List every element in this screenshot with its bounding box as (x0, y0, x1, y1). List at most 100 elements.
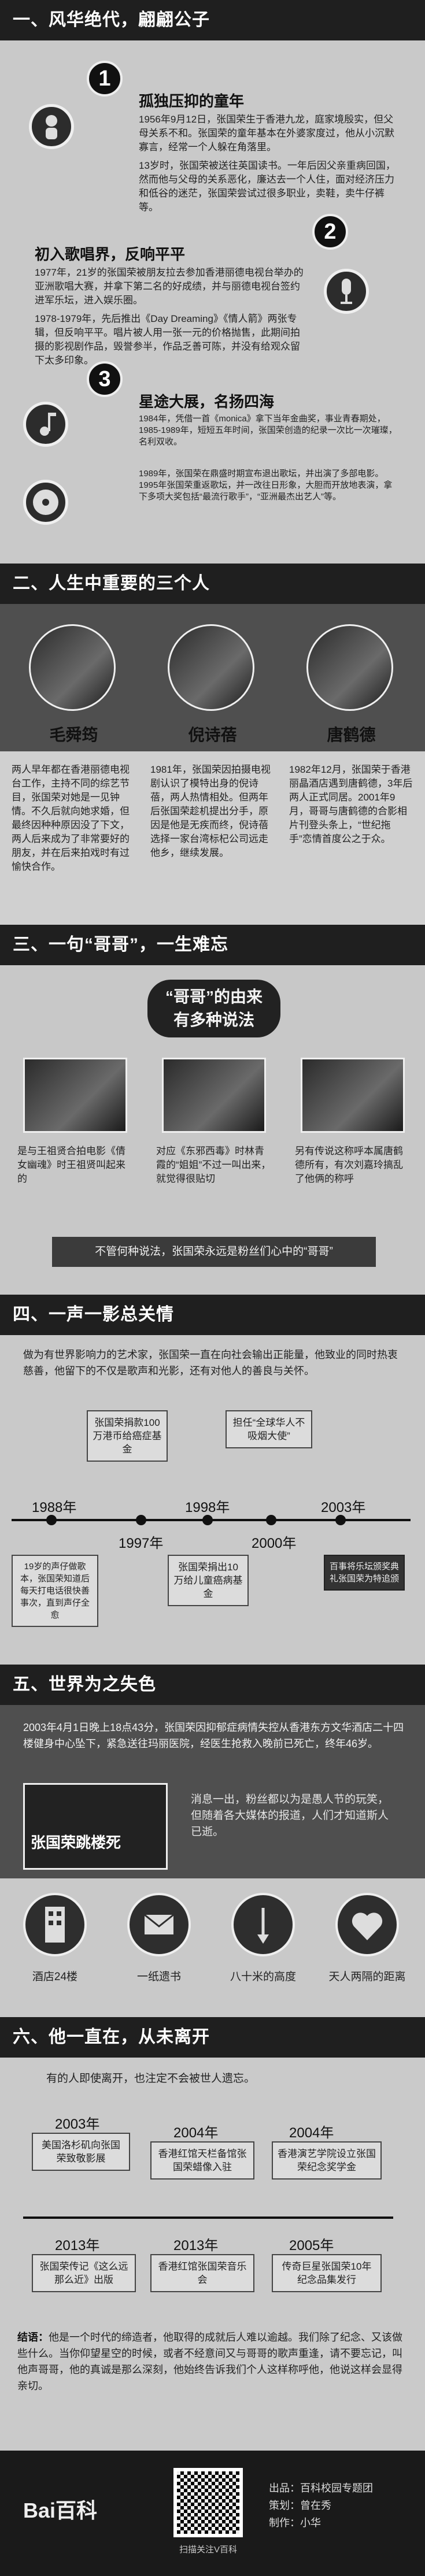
person-2-text: 1981年，张国荣因拍摄电视剧认识了模特出身的倪诗蓓，两人热情相处。但两年后张国… (150, 764, 271, 858)
photo-ashes-of-time (162, 1058, 266, 1133)
conclusion-label: 结语： (17, 2332, 49, 2343)
credit-producer: 出品：百科校园专题团 (269, 2482, 373, 2494)
section-header-2: 二、人生中重要的三个人 (0, 564, 425, 604)
credit-planner: 策划：曾在秀 (269, 2500, 331, 2511)
charity-event-2: 张国荣捐款100万港币给癌症基金 (87, 1410, 168, 1462)
block-1-para-1: 1956年9月12日，张国荣生于香港九龙，庭家境殷实，但父母关系不和。张国荣的童… (139, 114, 394, 153)
memorial-timeline-line (23, 2217, 393, 2219)
block-2-para-1: 1977年，21岁的张国荣被朋友拉去参加香港丽德电视台举办的亚洲歌唱大赛，并拿下… (35, 267, 304, 306)
charity-event-5: 百事将乐坛颁奖典礼张国荣为特追颁 (324, 1555, 405, 1591)
number-badge-1: 1 (87, 61, 123, 97)
record-disc-icon (23, 480, 68, 525)
section-header-1: 一、风华绝代，翩翩公子 (0, 0, 425, 40)
origin-explanation-1: 是与王祖贤合拍电影《倩女幽魂》时王祖贤叫起来的 (17, 1146, 125, 1184)
timeline-dot-1997 (136, 1515, 146, 1525)
death-news: 2003年4月1日晚上18点43分，张国荣因抑郁症病情失控从香港东方文华酒店二十… (23, 1722, 404, 1750)
photo-tang-hede (306, 624, 393, 711)
photo-a-chinese-ghost-story (23, 1058, 127, 1133)
memorial-event-4: 张国荣传记《这么远那么近》出版 (32, 2254, 136, 2292)
memorial-event-3: 香港演艺学院设立张国荣纪念奖学金 (272, 2141, 382, 2180)
block-1-title: 孤独压抑的童年 (139, 92, 245, 110)
block-3-title: 星途大展，名扬四海 (139, 393, 275, 410)
footer: Bai百科 扫描关注V百科 出品：百科校园专题团 策划：曾在秀 制作：小华 (0, 2451, 425, 2576)
memorial-year-6: 2005年 (289, 2238, 334, 2253)
block-2-title: 初入歌唱界，反响平平 (35, 246, 186, 263)
year-1997: 1997年 (119, 1536, 164, 1551)
memorial-event-1: 美国洛杉矶向张国荣致敬影展 (32, 2133, 130, 2171)
memorial-year-1: 2003年 (55, 2117, 100, 2132)
person-1-text: 两人早年都在香港丽德电视台工作，主持不同的综艺节目，张国荣对她是一见钟情。不久后… (12, 764, 130, 872)
block-1-para-2: 13岁时，张国荣被送往英国读书。一年后因父亲重病回国，然而他与父母的关系恶化，廉… (139, 160, 396, 213)
death-facts-row: 酒店24楼 一纸遗书 八十米的高度 天人两隔的距离 (0, 1878, 425, 2017)
section-1-panel-b: 1989年，张国荣在鼎盛时期宣布退出歌坛，并出演了多部电影。1995年张国荣重返… (0, 468, 425, 564)
section-6-panel: 有的人即使离开，也注定不会被世人遗忘。 2003年 2004年 2004年 美国… (0, 2058, 425, 2451)
qr-code[interactable] (173, 2468, 243, 2537)
footer-credits: 出品：百科校园专题团 策划：曾在秀 制作：小华 (269, 2479, 373, 2531)
number-badge-3: 3 (87, 361, 123, 397)
height-arrow-icon (231, 1893, 295, 1956)
section-header-3: 三、一句“哥哥”，一生难忘 (0, 925, 425, 965)
origin-summary: 不管何种说法，张国荣永远是粉丝们心中的“哥哥” (52, 1237, 376, 1267)
memorial-event-6: 传奇巨星张国荣10年纪念品集发行 (272, 2254, 382, 2292)
conclusion-block: 结语：他是一个时代的缔造者，他取得的成就后人难以逾越。我们除了纪念、又该做些什么… (17, 2329, 408, 2394)
section-2-panel: 毛舜筠 倪诗蓓 唐鹤德 两人早年都在香港丽德电视台工作，主持不同的综艺节目，张国… (0, 604, 425, 925)
year-1998: 1998年 (185, 1500, 230, 1515)
music-note-icon (23, 402, 68, 447)
section-header-5: 五、世界为之失色 (0, 1665, 425, 1705)
fact-label-2: 一纸遗书 (136, 1971, 181, 1983)
memorial-year-4: 2013年 (55, 2238, 100, 2253)
person-cards-row: 两人早年都在香港丽德电视台工作，主持不同的综艺节目，张国荣对她是一见钟情。不久后… (0, 751, 425, 925)
block-3-para-2: 1989年，张国荣在鼎盛时期宣布退出歌坛，并出演了多部电影。1995年张国荣重返… (139, 469, 393, 502)
child-icon (29, 104, 74, 149)
person-3-text: 1982年12月，张国荣于香港丽晶酒店遇到唐鹤德，3年后两人正式同居。2001年… (289, 764, 413, 844)
section-4-panel: 做为有世界影响力的艺术家，张国荣一直在向社会输出正能量，他致业的同时热衷慈善，他… (0, 1335, 425, 1665)
timeline-dot-1998 (202, 1515, 213, 1525)
timeline-dot-2003 (335, 1515, 346, 1525)
origin-bubble-line-1: “哥哥”的由来 (165, 988, 263, 1006)
photo-ni-shibei (168, 624, 254, 711)
origin-explanation-3: 另有传说这称呼本属唐鹤德所有，有次刘嘉玲搞乱了他俩的称呼 (295, 1146, 403, 1184)
fact-label-4: 天人两隔的距离 (328, 1971, 406, 1983)
fact-label-1: 酒店24楼 (32, 1971, 78, 1983)
newspaper-headline: 张国荣跳楼死 (31, 1834, 121, 1851)
year-1988: 1988年 (32, 1500, 77, 1515)
memorial-year-3: 2004年 (289, 2125, 334, 2141)
conclusion-text: 他是一个时代的缔造者，他取得的成就后人难以逾越。我们除了纪念、又该做些什么。当你… (17, 2332, 402, 2392)
memorial-year-5: 2013年 (173, 2238, 219, 2253)
photo-tang-hede-pair (301, 1058, 405, 1133)
credit-maker: 制作：小华 (269, 2517, 321, 2529)
block-3-para-1: 1984年，凭借一首《monica》拿下当年金曲奖，事业青春期处，1985-19… (139, 414, 397, 447)
origin-bubble: “哥哥”的由来 有多种说法 (147, 980, 280, 1037)
qr-caption: 扫描关注V百科 (179, 2545, 237, 2555)
origin-explanation-2: 对应《东邪西毒》时林青霞的“姐姐”不过一叫出来，就觉得很贴切 (156, 1146, 271, 1184)
section-header-4: 四、一声一影总关情 (0, 1295, 425, 1335)
letter-icon (127, 1893, 191, 1956)
baike-logo: Bai百科 (23, 2499, 98, 2522)
memorial-event-2: 香港红馆天栏备馆张国荣蜡像入驻 (150, 2141, 254, 2180)
year-2000: 2000年 (252, 1536, 297, 1551)
section-5-panel: 2003年4月1日晚上18点43分，张国荣因抑郁症病情失控从香港东方文华酒店二十… (0, 1705, 425, 2017)
photo-mao-shunjun (29, 624, 116, 711)
memorial-event-5: 香港红馆张国荣音乐会 (150, 2254, 254, 2292)
timeline-dot-2000 (266, 1515, 276, 1525)
section-header-6: 六、他一直在，从未离开 (0, 2017, 425, 2058)
newspaper-photo: 张国荣跳楼死 (23, 1783, 168, 1870)
section-1-panel: 1 孤独压抑的童年 1956年9月12日，张国荣生于香港九龙，庭家境殷实，但父母… (0, 40, 425, 468)
memorial-intro: 有的人即使离开，也注定不会被世人遗忘。 (46, 2073, 256, 2085)
person-2-name: 倪诗蓓 (188, 726, 237, 744)
person-1-name: 毛舜筠 (49, 726, 98, 744)
charity-event-3: 张国荣捐出10万给儿童癌病基金 (168, 1555, 249, 1606)
number-badge-2: 2 (312, 214, 348, 250)
section-3-panel: “哥哥”的由来 有多种说法 是与王祖贤合拍电影《倩女幽魂》时王祖贤叫起来的 对应… (0, 965, 425, 1295)
building-icon (23, 1893, 87, 1956)
charity-event-4: 担任“全球华人不吸烟大使” (226, 1410, 312, 1448)
year-2003: 2003年 (321, 1500, 366, 1515)
charity-event-1: 19岁的声仔做歌本，张国荣知道后每天打电话很快善事次，直到声仔全愈 (12, 1555, 98, 1627)
origin-bubble-line-2: 有多种说法 (173, 1011, 254, 1029)
charity-intro: 做为有世界影响力的艺术家，张国荣一直在向社会输出正能量，他致业的同时热衷慈善，他… (23, 1349, 398, 1377)
heart-icon (335, 1893, 399, 1956)
memorial-year-2: 2004年 (173, 2125, 219, 2141)
fact-label-3: 八十米的高度 (230, 1971, 296, 1983)
infographic-page: 一、风华绝代，翩翩公子 1 孤独压抑的童年 1956年9月12日，张国荣生于香港… (0, 0, 425, 2576)
news-reaction-quote: 消息一出，粉丝都以为是愚人节的玩笑，但随着各大媒体的报道，人们才知道斯人已逝。 (191, 1793, 389, 1838)
